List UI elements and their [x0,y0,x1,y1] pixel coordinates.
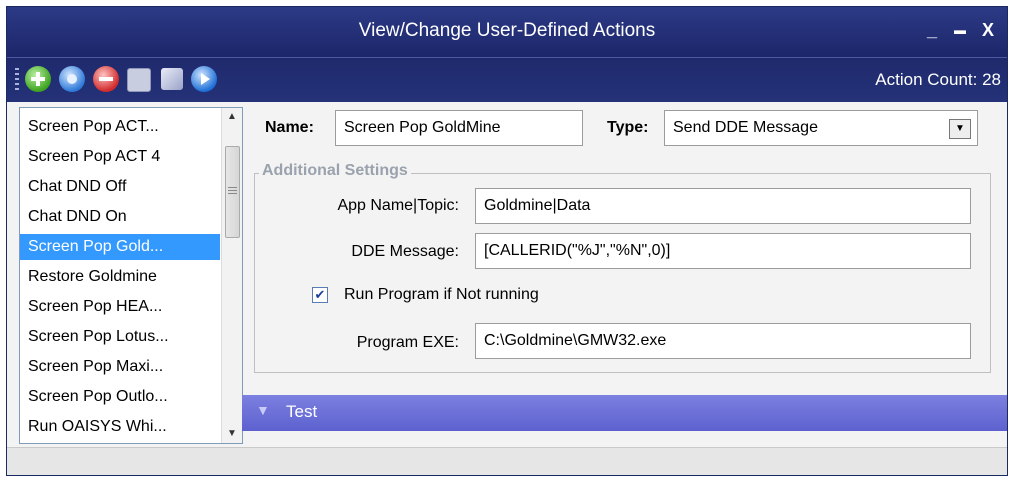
app-topic-input[interactable]: Goldmine|Data [475,188,971,224]
toolbar: Action Count: 28 [7,57,1007,102]
close-button[interactable]: X [975,17,1001,43]
window-title: View/Change User-Defined Actions [358,20,656,41]
title-bar: View/Change User-Defined Actions _ ▬ X [7,7,1007,57]
test-section-header[interactable]: ▼ Test [242,395,1007,431]
scroll-down-icon[interactable]: ▼ [222,425,242,443]
type-label: Type: [607,119,649,136]
action-list-scrollbar[interactable]: ▲ ▼ [221,108,242,443]
delete-icon[interactable] [93,66,119,92]
add-icon[interactable] [25,66,51,92]
user-defined-actions-window: View/Change User-Defined Actions _ ▬ X A… [6,6,1008,476]
action-count-label: Action Count: 28 [875,70,1001,89]
maximize-button[interactable]: ▬ [947,17,973,43]
list-item[interactable]: Chat DND Off [20,174,220,200]
checkmark-icon: ✔ [314,287,326,302]
run-program-label: Run Program if Not running [344,286,539,303]
list-item[interactable]: Screen Pop Gold... [20,234,220,260]
action-list[interactable]: Screen Pop ACT... Screen Pop ACT 4 Chat DN… [19,107,243,444]
list-item[interactable]: Screen Pop ACT 4 [20,144,220,170]
minimize-button[interactable]: _ [919,17,945,43]
copy-icon[interactable] [161,68,183,90]
toolbar-grip-icon[interactable] [15,68,19,92]
dde-message-input[interactable]: [CALLERID("%J","%N",0)] [475,233,971,269]
list-item[interactable]: Screen Pop Maxi... [20,354,220,380]
run-program-checkbox[interactable]: ✔ [312,287,328,303]
list-item[interactable]: Screen Pop Lotus... [20,324,220,350]
type-select-value: Send DDE Message [673,119,818,136]
scroll-thumb[interactable] [225,146,240,238]
list-item[interactable]: Run OAISYS Whi... [20,414,220,440]
name-label: Name: [265,119,314,136]
list-item[interactable]: Screen Pop Outlo... [20,384,220,410]
scroll-up-icon[interactable]: ▲ [222,108,242,126]
dde-message-label: DDE Message: [351,243,459,260]
list-item[interactable]: Screen Pop ACT... [20,114,220,140]
program-exe-input[interactable]: C:\Goldmine\GMW32.exe [475,323,971,359]
save-icon[interactable] [127,68,151,92]
run-icon[interactable] [191,66,217,92]
edit-icon[interactable] [59,66,85,92]
expand-arrow-icon[interactable]: ▼ [256,402,270,418]
additional-settings-title: Additional Settings [259,162,411,180]
chevron-down-icon[interactable]: ▼ [949,119,971,139]
type-select[interactable]: Send DDE Message ▼ [664,110,978,146]
program-exe-label: Program EXE: [356,334,459,351]
name-input[interactable]: Screen Pop GoldMine [335,110,583,146]
app-topic-label: App Name|Topic: [337,197,459,214]
list-item[interactable]: Restore Goldmine [20,264,220,290]
test-section-label: Test [286,402,318,421]
list-item[interactable]: Chat DND On [20,204,220,230]
status-bar [7,447,1007,475]
list-item[interactable]: Screen Pop HEA... [20,294,220,320]
